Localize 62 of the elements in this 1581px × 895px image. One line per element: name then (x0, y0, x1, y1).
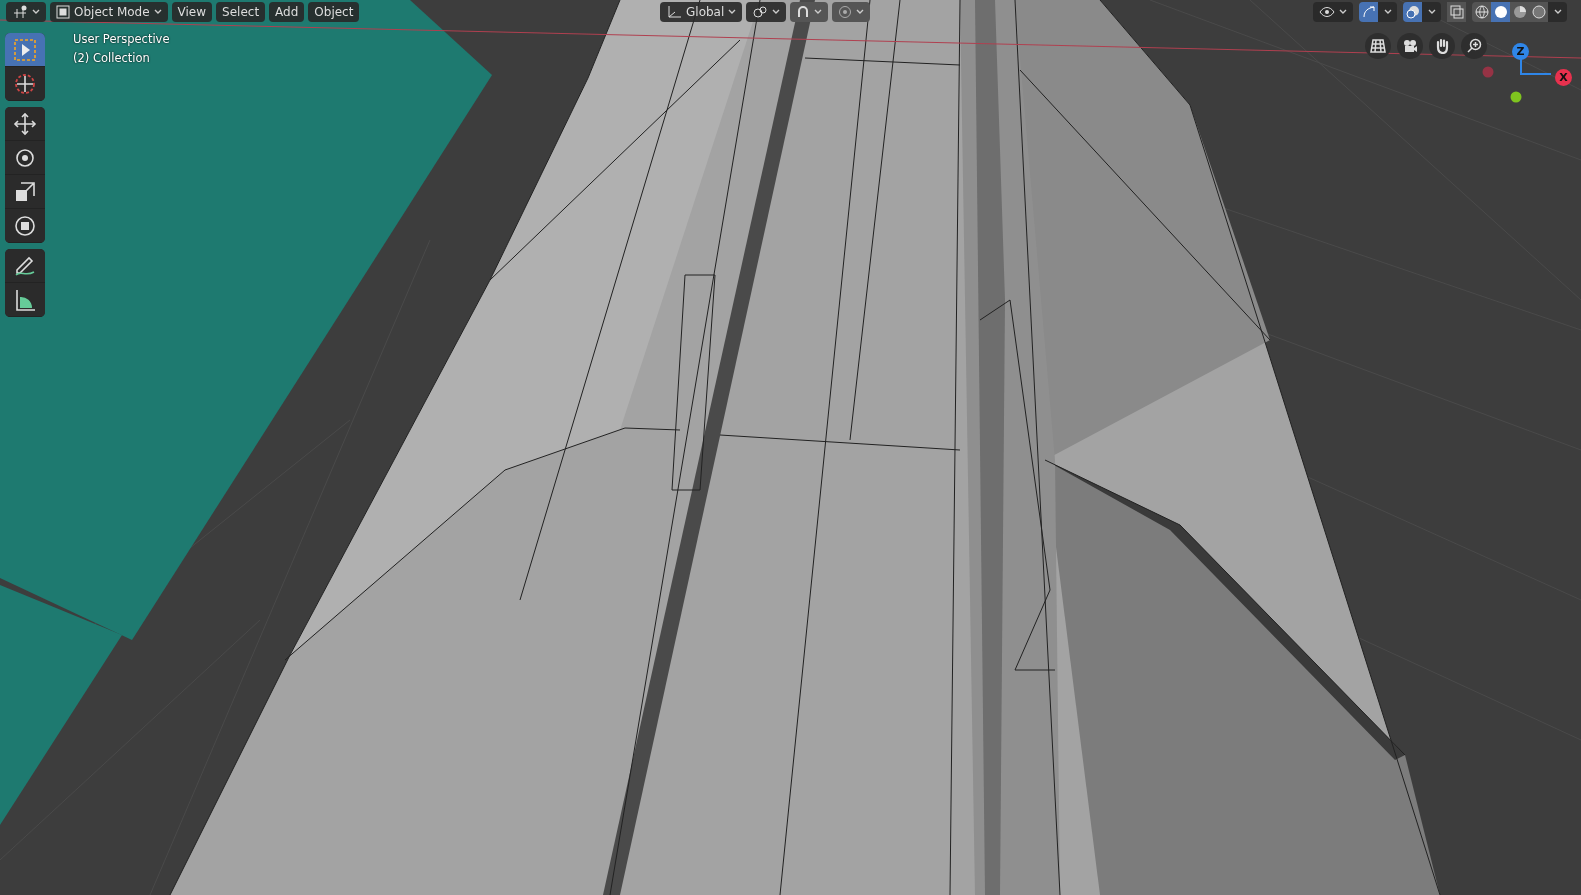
viewport-info-text: User Perspective (73, 32, 170, 46)
mode-dropdown[interactable]: Object Mode (50, 2, 168, 22)
axes-icon (666, 5, 682, 19)
solid-sphere-icon (1493, 5, 1508, 19)
caret-icon (772, 9, 781, 15)
overlap-circles-icon (1405, 5, 1420, 19)
caret-icon (856, 9, 865, 15)
menu-button[interactable]: Object (308, 2, 360, 22)
caret-icon (153, 9, 162, 15)
shading-button[interactable] (1491, 2, 1510, 22)
menu-button[interactable]: View (171, 2, 213, 22)
arc-arrow-icon (1361, 5, 1376, 19)
zoom-icon (1466, 38, 1482, 54)
wire-sphere-icon (1474, 5, 1489, 19)
caret-icon (1553, 9, 1562, 15)
toggle-button[interactable] (832, 2, 871, 22)
tool-button[interactable] (5, 33, 45, 67)
axis-dot-icon (1482, 66, 1494, 78)
cursor-icon (13, 71, 37, 96)
caret-icon (32, 9, 40, 15)
magnet-icon (796, 5, 811, 19)
transform-icon (13, 213, 37, 238)
tool-button[interactable] (5, 107, 45, 141)
overlay-dropdown[interactable] (1422, 2, 1441, 22)
toggle-button[interactable] (790, 2, 829, 22)
gizmo-dropdown[interactable] (1378, 2, 1397, 22)
shading-button[interactable] (1510, 2, 1529, 22)
shading-button[interactable] (1529, 2, 1548, 22)
xray-squares-icon (1449, 5, 1464, 19)
menu-button[interactable]: Add (269, 2, 305, 22)
tool-button[interactable] (5, 249, 45, 283)
axes-sphere-icon (12, 5, 28, 19)
gizmo-toggle[interactable] (1359, 2, 1378, 22)
editor-type-button[interactable] (6, 2, 46, 22)
move-arrows-icon (13, 111, 37, 136)
hand-icon (1434, 38, 1450, 54)
caret-icon (1383, 9, 1392, 15)
shading-button[interactable] (1472, 2, 1491, 22)
caret-icon (814, 9, 823, 15)
menu-button[interactable]: Select (216, 2, 266, 22)
visibility-dropdown[interactable] (1313, 2, 1353, 22)
square-icon (56, 5, 70, 19)
shading-dropdown[interactable] (1548, 2, 1567, 22)
camera-icon (1402, 39, 1418, 53)
pivot-dropdown[interactable] (746, 2, 787, 22)
circle-dot-icon (838, 5, 853, 19)
link-icon (752, 5, 769, 19)
caret-icon (1427, 9, 1436, 15)
grid-icon (1370, 39, 1386, 53)
material-sphere-icon (1512, 5, 1527, 19)
scale-icon (13, 179, 37, 204)
caret-icon (1339, 9, 1347, 15)
render-sphere-icon (1531, 5, 1546, 19)
axis-dot-icon (1510, 91, 1522, 103)
viewport-info-text: (2) Collection (73, 51, 151, 65)
xray-toggle[interactable] (1447, 2, 1466, 22)
ruler-icon (13, 287, 37, 312)
eye-icon (1319, 6, 1335, 18)
orientation-dropdown[interactable]: Global (660, 2, 743, 22)
overlay-toggle[interactable] (1403, 2, 1422, 22)
select-box-icon (13, 37, 37, 62)
caret-icon (728, 9, 737, 15)
